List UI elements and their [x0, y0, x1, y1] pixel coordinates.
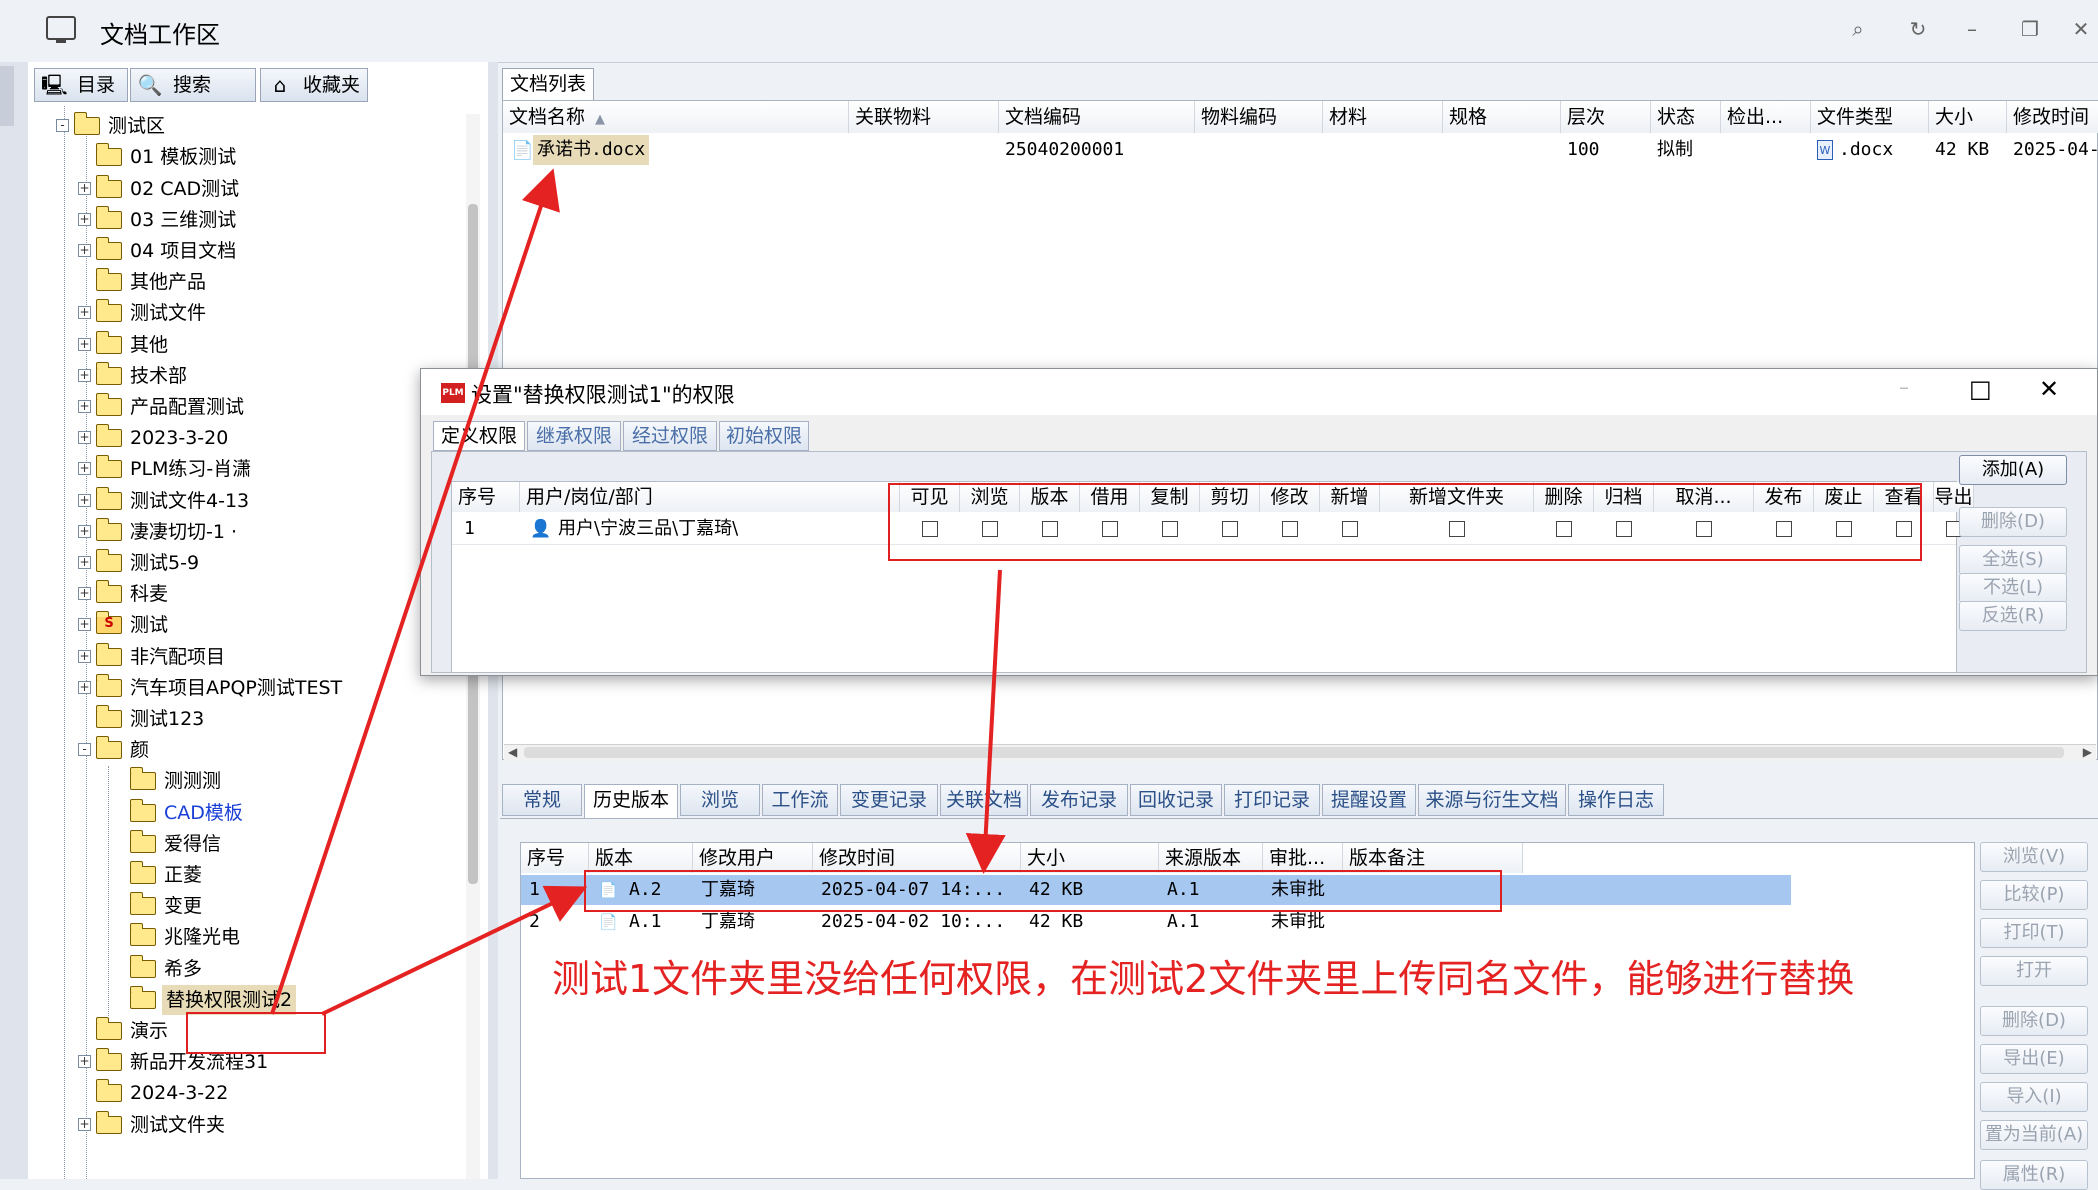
arrow-permission-to-history [965, 569, 1006, 874]
arrow-to-history [321, 885, 588, 1016]
annotation-text: 测试1文件夹里没给任何权限，在测试2文件夹里上传同名文件，能够进行替换 [552, 957, 1855, 1001]
arrow-to-document [270, 168, 560, 1015]
